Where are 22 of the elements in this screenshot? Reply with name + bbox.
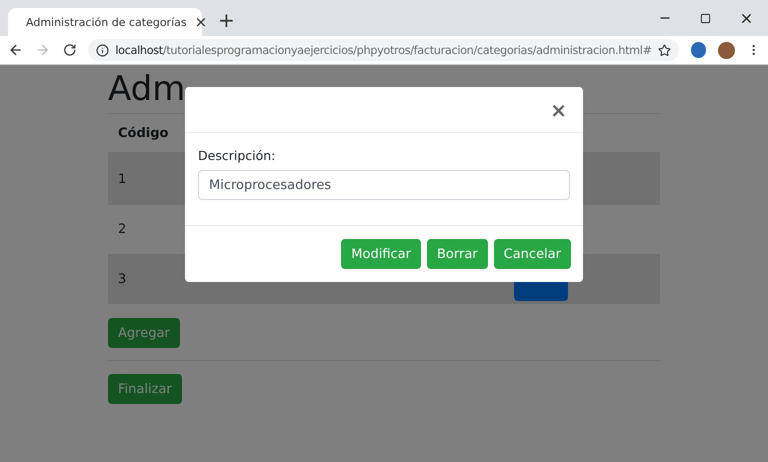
new-tab-button[interactable]: + (218, 8, 235, 32)
dialog-button[interactable]: Cancelar (494, 239, 571, 269)
table-cell: 2 (118, 222, 126, 237)
table-cell: 1 (118, 172, 126, 187)
description-field[interactable]: Microprocesadores (198, 170, 570, 200)
dialog-button[interactable]: Modificar (341, 239, 421, 269)
star-icon[interactable] (658, 44, 671, 56)
close-button[interactable]: × (546, 98, 571, 122)
column-header: Código (118, 126, 168, 140)
back-icon[interactable] (8, 42, 24, 58)
avatar[interactable] (718, 42, 735, 58)
extension-icon[interactable] (690, 42, 706, 58)
table-cell: 3 (118, 272, 126, 287)
reload-icon[interactable] (62, 43, 76, 57)
info-icon (96, 44, 110, 56)
url-text: localhost/tutorialesprogramacionyaejercicios/phpyotros/facturacion/categorias/administracion.html# (115, 44, 652, 56)
page-title: Adm (108, 69, 186, 109)
address-bar[interactable]: localhost/tutorialesprogramacionyaejercicios/phpyotros/facturacion/categorias/administracion.html# (88, 39, 679, 61)
maximize-icon[interactable] (700, 12, 711, 24)
dialog-button[interactable]: Borrar (426, 239, 488, 269)
field-label: Descripción: (198, 148, 276, 163)
tab-title: Administración de categorías (26, 16, 187, 28)
